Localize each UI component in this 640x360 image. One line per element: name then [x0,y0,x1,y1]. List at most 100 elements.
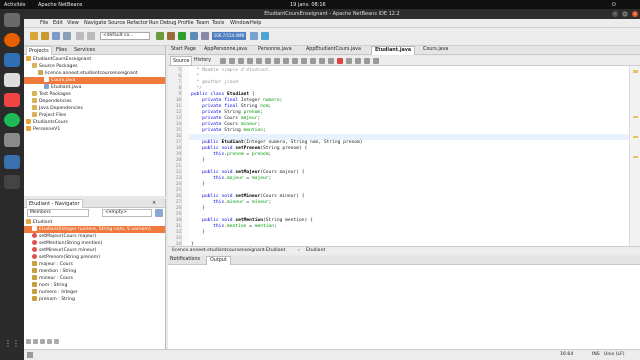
editor-action-icon[interactable] [220,58,226,64]
redo-icon[interactable] [87,32,95,40]
navigator-item[interactable]: setMajeur(Cours majeur) [32,233,164,240]
editor-action-icon[interactable] [346,58,352,64]
filter-icon[interactable] [33,339,38,344]
stop-macro-icon[interactable] [337,58,343,64]
marker-icon[interactable] [633,70,638,73]
code-editor[interactable]: * Modèle simple d'étudiant. * * @author … [189,66,629,247]
editor-action-icon[interactable] [247,58,253,64]
code-line[interactable]: private String prenom; [191,110,263,115]
navigator-item[interactable]: setMention(String mention) [32,240,164,247]
tab-cours[interactable]: Cours.java [423,47,448,52]
code-line[interactable]: } [191,206,205,211]
editor-action-icon[interactable] [301,58,307,64]
profile-icon[interactable] [201,32,209,40]
tree-item-personnev1[interactable]: PersonneV1 [26,126,164,133]
editor-action-icon[interactable] [364,58,370,64]
menu-window[interactable]: Window [230,20,250,26]
editor-action-icon[interactable] [373,58,379,64]
navigator-options-icon[interactable] [155,209,163,217]
code-line[interactable]: private String mention; [191,128,266,133]
text-editor-icon[interactable] [4,73,20,87]
menu-tools[interactable]: Tools [212,20,224,26]
editor-action-icon[interactable] [310,58,316,64]
filter-icon[interactable] [54,339,59,344]
editor-action-icon[interactable] [265,58,271,64]
maximize-icon[interactable]: □ [622,11,628,17]
firefox-icon[interactable] [4,33,20,47]
editor-action-icon[interactable] [283,58,289,64]
editor-scrollbar[interactable] [629,66,640,246]
notifications-icon[interactable] [27,352,33,358]
code-line[interactable]: this.majeur = majeur; [191,176,271,181]
config-select[interactable]: <default co... [100,32,150,40]
menu-profile[interactable]: Profile [178,20,194,26]
save-all-icon[interactable] [63,32,71,40]
navigator-item[interactable]: setMineur(Cours mineur) [32,247,164,254]
menu-debug[interactable]: Debug [160,20,176,26]
code-line[interactable]: } [191,230,205,235]
tree-item-dependencies[interactable]: Dependencies [32,98,164,105]
navigator-item[interactable]: prenom : String [32,296,164,303]
menu-edit[interactable]: Edit [53,20,63,26]
netbeans-icon[interactable] [4,53,20,67]
code-line[interactable]: private final Integer numero; [191,98,282,103]
clean-build-icon[interactable] [167,32,175,40]
tree-item-cours-java[interactable]: Cours.java [24,77,165,84]
menu-run[interactable]: Run [149,20,159,26]
code-line[interactable]: * [191,74,200,79]
navigator-item[interactable]: nom : String [32,282,164,289]
code-line[interactable]: private Cours mineur; [191,122,260,127]
insert-mode[interactable]: INS [592,352,600,357]
editor-action-icon[interactable] [328,58,334,64]
tab-files[interactable]: Files [56,47,67,53]
run-icon[interactable] [178,32,186,40]
editor-action-icon[interactable] [274,58,280,64]
history-tab[interactable]: History [194,58,211,63]
navigator-item[interactable]: Etudiant [26,219,164,226]
code-line[interactable]: private Cours majeur; [191,116,260,121]
code-line[interactable]: public void setMineur(Cours mineur) { [191,194,304,199]
code-line[interactable]: * Modèle simple d'étudiant. [191,68,272,73]
tree-item-etudiantcoursenseignant[interactable]: EtudiantCoursEnseignant [26,56,164,63]
code-line[interactable]: this.mention = mention; [191,224,277,229]
tab-appetudiantcours[interactable]: AppEtudiantCours.java [306,47,361,52]
code-line[interactable]: this.prenom = prenom; [191,152,271,157]
editor-action-icon[interactable] [355,58,361,64]
spotify-icon[interactable] [4,113,20,127]
marker-icon[interactable] [633,116,638,118]
tab-output[interactable]: Output [206,256,231,265]
active-app-label[interactable]: Apache NetBeans [38,2,82,8]
editor-action-icon[interactable] [256,58,262,64]
memory-indicator[interactable]: 106.7/154.0MB [212,32,246,40]
tab-notifications[interactable]: Notifications [170,257,200,262]
caret-position[interactable]: 16:64 [560,352,573,357]
tab-services[interactable]: Services [74,47,95,53]
code-line[interactable]: public void setMajeur(Cours majeur) { [191,170,304,175]
output-area[interactable] [168,265,640,349]
menu-source[interactable]: Source [108,20,125,26]
code-line[interactable]: public class Etudiant { [191,92,255,97]
editor-action-icon[interactable] [292,58,298,64]
terminal-icon[interactable] [4,133,20,147]
scope-select[interactable]: <empty> [102,209,152,217]
tree-item-source-packages[interactable]: Source Packages [32,63,164,70]
marker-icon[interactable] [633,136,638,138]
navigator-item[interactable]: setPrenom(String prenom) [32,254,164,261]
menu-view[interactable]: View [67,20,79,26]
clock[interactable]: 19 janv. 08:16 [290,2,326,8]
menu-help[interactable]: Help [250,20,261,26]
tree-item-etudiant-java[interactable]: Etudiant.java [44,84,164,91]
new-project-icon[interactable] [30,32,38,40]
editor-action-icon[interactable] [238,58,244,64]
gc-icon[interactable] [250,32,258,40]
tab-apppersonne[interactable]: AppPersonne.java [204,47,247,52]
filter-icon[interactable] [40,339,45,344]
code-line[interactable]: } [191,182,205,187]
line-ending[interactable]: Unix (LF) [604,352,625,357]
tab-personne[interactable]: Personne.java [258,47,292,52]
source-tab[interactable]: Source [170,56,193,66]
code-line[interactable]: */ [191,86,203,91]
tree-item-etudiantscours[interactable]: EtudiantsCours [26,119,164,126]
code-line[interactable]: * @author jcaud [191,80,239,85]
menu-team[interactable]: Team [196,20,209,26]
